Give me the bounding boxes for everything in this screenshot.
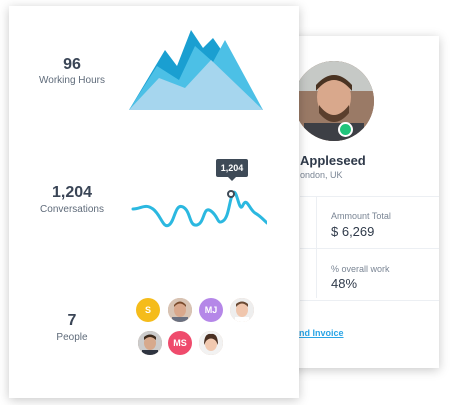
profile-photo [294, 61, 374, 141]
profile-vertical-divider [316, 196, 317, 298]
profile-divider [300, 248, 439, 249]
profile-divider [300, 300, 439, 301]
people-label: People [56, 332, 88, 343]
person-avatar-s[interactable]: S [136, 298, 160, 322]
working-hours-label: Working Hours [39, 75, 105, 86]
amount-total-value: $ 6,269 [331, 224, 375, 239]
mountain-chart [129, 30, 263, 110]
working-hours-value: 96 [63, 56, 81, 73]
person-avatar-photo[interactable] [230, 298, 254, 322]
person-photo [199, 331, 223, 355]
profile-location: ondon, UK [300, 170, 343, 180]
conversations-label: Conversations [40, 204, 104, 215]
person-avatar-photo[interactable] [138, 331, 162, 355]
overall-work-label: % overall work [331, 264, 390, 274]
person-avatar-photo[interactable] [168, 298, 192, 322]
person-avatar-photo[interactable] [199, 331, 223, 355]
conversations-tooltip: 1,204 [216, 159, 248, 181]
conversations-value: 1,204 [51, 184, 93, 201]
send-invoice-link[interactable]: nd Invoice [299, 328, 344, 338]
person-photo [230, 298, 254, 322]
conversations-sparkline [131, 190, 267, 228]
person-photo [138, 331, 162, 355]
amount-total-label: Ammount Total [331, 211, 391, 221]
profile-avatar[interactable] [294, 61, 374, 141]
person-avatar-ms[interactable]: MS [168, 331, 192, 355]
people-value: 7 [67, 312, 77, 329]
person-avatar-mj[interactable]: MJ [199, 298, 223, 322]
profile-name: Appleseed [300, 153, 366, 168]
person-photo [168, 298, 192, 322]
sparkline-path [131, 190, 267, 228]
overall-work-value: 48% [331, 276, 358, 291]
sparkline-point[interactable] [227, 190, 235, 198]
online-status-dot [338, 122, 353, 137]
profile-divider [300, 196, 439, 197]
stats-card: 96 Working Hours 1,204 Conversations 1,2… [9, 6, 299, 398]
